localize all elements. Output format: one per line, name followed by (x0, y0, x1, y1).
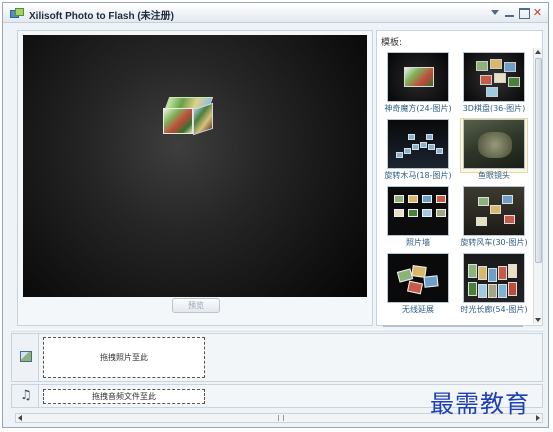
app-icon (10, 8, 24, 18)
photo-wall-thumb (387, 186, 449, 236)
photo-icon (20, 351, 32, 362)
templates-hscroll-indicator (383, 325, 523, 327)
audio-track-header: ♫ (12, 385, 39, 407)
panel-splitter[interactable] (11, 329, 543, 332)
time-corridor-thumb (463, 253, 525, 303)
scroll-thumb[interactable] (535, 58, 542, 263)
photo-drop-zone[interactable]: 拖拽照片至此 (43, 337, 205, 378)
template-caption: 无线延展 (402, 305, 434, 314)
template-item[interactable]: 3D棋盘(36-图片) (457, 50, 531, 116)
photo-track: 拖拽照片至此 (11, 333, 543, 382)
magic-cube-thumb (387, 52, 449, 102)
scroll-down-icon[interactable] (534, 315, 543, 324)
templates-panel: 模板: 神奇魔方(24-图片) 3D棋盘(36-图片) 旋转木马(18-图片) … (376, 30, 543, 327)
template-item[interactable]: 旋转风车(30-图片) (457, 184, 531, 250)
windmill-thumb (463, 186, 525, 236)
fisheye-thumb (463, 119, 525, 169)
magic-cube-preview (163, 97, 215, 137)
scroll-grip[interactable] (278, 415, 284, 421)
preview-stage (23, 35, 367, 297)
carousel-thumb (387, 119, 449, 169)
template-caption: 神奇魔方(24-图片) (384, 104, 452, 113)
template-caption: 3D棋盘(36-图片) (462, 104, 526, 113)
template-item[interactable]: 旋转木马(18-图片) (381, 117, 455, 183)
scroll-left-icon[interactable] (16, 414, 25, 422)
app-window: Xilisoft Photo to Flash (未注册) ✕ 预览 模板: 神… (2, 2, 549, 428)
window-title: Xilisoft Photo to Flash (未注册) (29, 11, 174, 22)
close-icon[interactable]: ✕ (531, 6, 544, 19)
templates-label: 模板: (381, 38, 403, 48)
template-item[interactable]: 无线延展 (381, 251, 455, 317)
menu-dropdown-icon[interactable] (489, 6, 502, 19)
preview-button[interactable]: 预览 (172, 298, 220, 313)
photo-track-header (12, 334, 39, 381)
template-caption: 照片墙 (406, 238, 430, 247)
infinite-stretch-thumb (387, 253, 449, 303)
templates-grid: 神奇魔方(24-图片) 3D棋盘(36-图片) 旋转木马(18-图片) 鱼眼镜头… (379, 48, 531, 324)
scroll-right-icon[interactable] (533, 414, 542, 422)
template-item[interactable]: 神奇魔方(24-图片) (381, 50, 455, 116)
scroll-up-icon[interactable] (534, 48, 543, 57)
maximize-icon[interactable] (517, 6, 530, 19)
audio-drop-zone[interactable]: 拖拽音频文件至此 (43, 389, 205, 404)
3d-board-thumb (463, 52, 525, 102)
template-item[interactable]: 时光长廊(54-图片) (457, 251, 531, 317)
template-caption: 时光长廊(54-图片) (460, 305, 528, 314)
watermark: 最需教育 (430, 390, 530, 418)
preview-panel: 预览 (17, 30, 373, 326)
template-caption: 旋转风车(30-图片) (460, 238, 528, 247)
template-caption: 鱼眼镜头 (478, 171, 510, 180)
template-item[interactable]: 照片墙 (381, 184, 455, 250)
templates-scrollbar[interactable] (533, 48, 542, 324)
template-caption: 旋转木马(18-图片) (384, 171, 452, 180)
minimize-icon[interactable] (503, 6, 516, 19)
title-bar[interactable]: Xilisoft Photo to Flash (未注册) ✕ (3, 3, 548, 23)
template-item[interactable]: 鱼眼镜头 (457, 117, 531, 183)
music-note-icon: ♫ (20, 388, 32, 403)
